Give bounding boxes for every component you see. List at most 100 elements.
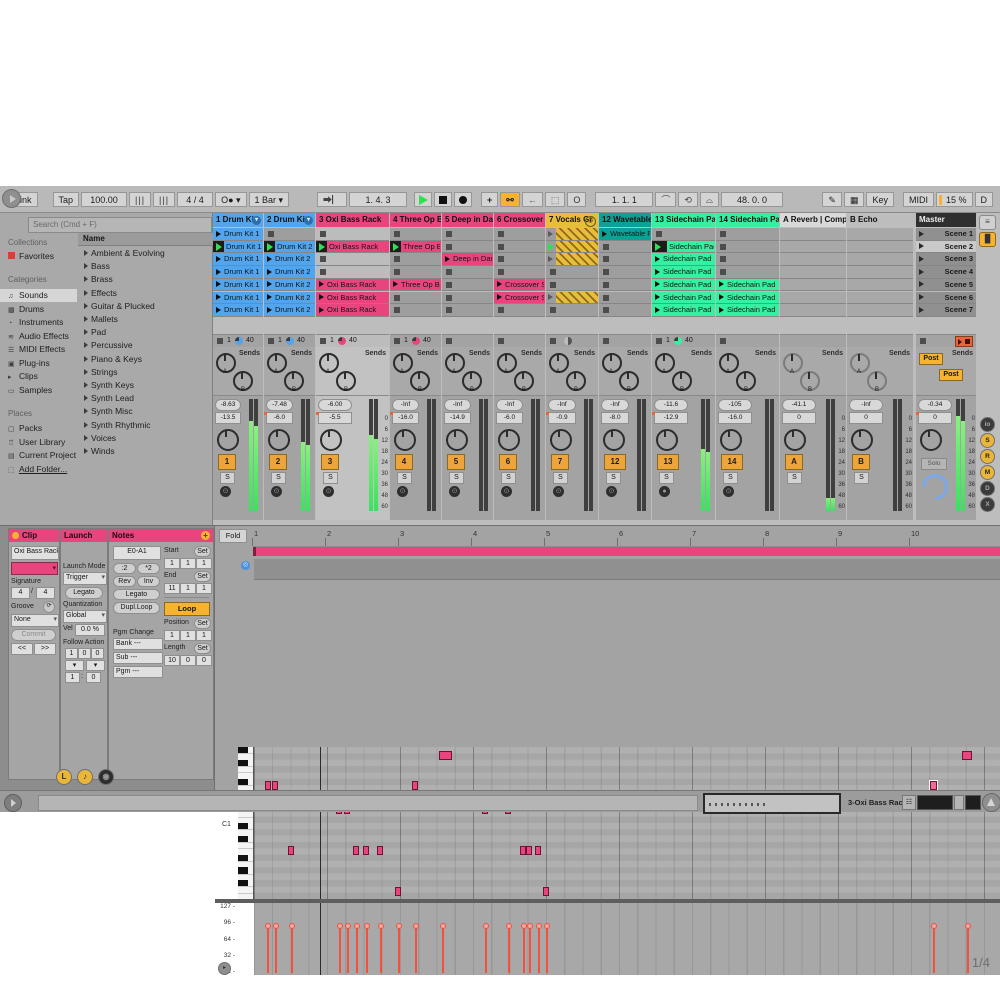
clip-slot[interactable]: Oxi Bass Rack — [316, 241, 389, 254]
clip-slot[interactable] — [780, 241, 846, 254]
clip-slot[interactable]: Three Op Ba — [390, 279, 441, 292]
velocity-stem[interactable] — [442, 927, 444, 973]
follow-chance-b[interactable]: 0 — [86, 672, 101, 683]
pan-knob[interactable] — [550, 429, 572, 451]
clip-slot[interactable]: Drum Kit 2 — [264, 292, 315, 305]
pan-knob[interactable] — [603, 429, 625, 451]
add-panel-icon[interactable]: + — [201, 531, 210, 540]
clip-slot[interactable] — [494, 253, 545, 266]
midi-note[interactable] — [535, 846, 541, 855]
stop-button[interactable] — [434, 192, 452, 207]
start-set-button[interactable]: Set — [194, 546, 211, 557]
midi-note[interactable] — [265, 781, 271, 790]
clip-slot[interactable]: Drum Kit 1 — [213, 304, 263, 317]
clip-slot[interactable] — [442, 266, 493, 279]
position-field[interactable]: 1 — [196, 630, 212, 641]
browser-toggle-button[interactable] — [2, 189, 21, 208]
track-activator[interactable]: 7 — [551, 454, 569, 470]
next-clip-button[interactable]: >> — [34, 643, 56, 655]
track-header[interactable]: 14 Sidechain Pad — [716, 213, 779, 227]
track-header[interactable]: 3 Oxi Bass Rack — [316, 213, 389, 227]
commit-button[interactable]: Commit — [11, 629, 56, 641]
envelopes-panel-toggle[interactable]: ◉ — [98, 769, 114, 785]
volume-field[interactable]: -13.5 — [215, 412, 241, 424]
clip-slot[interactable] — [780, 253, 846, 266]
track-activator[interactable]: 14 — [721, 454, 743, 470]
clip-slot[interactable] — [546, 292, 598, 305]
arrangement-position-field[interactable]: 1. 4. 3 — [349, 192, 407, 207]
launch-mode-select[interactable]: Trigger▾ — [63, 572, 107, 585]
clip-slot[interactable]: Sidechain Pad — [716, 279, 779, 292]
solo-button[interactable]: S — [271, 472, 286, 484]
metronome-button[interactable]: O● ▾ — [215, 192, 246, 207]
velocity-stem[interactable] — [366, 927, 368, 973]
velocity-stem[interactable] — [356, 927, 358, 973]
clip-slot[interactable] — [716, 253, 779, 266]
arm-session-record-button[interactable]: ⊙ — [449, 486, 460, 497]
arm-session-record-button[interactable]: ⊙ — [397, 486, 408, 497]
track-header[interactable]: 1 Drum Kit▾ — [213, 213, 263, 227]
end-field[interactable]: 11 — [164, 583, 180, 594]
scene-slot[interactable]: Scene 1 — [916, 228, 976, 241]
automation-arm-button[interactable]: ⚯ — [500, 192, 520, 207]
follow-action-b-select[interactable]: ▾ — [86, 660, 105, 671]
clip-slot[interactable] — [716, 228, 779, 241]
start-field[interactable]: 1 — [180, 558, 196, 569]
post-toggle[interactable]: Post — [939, 369, 963, 381]
track-activator[interactable]: A — [785, 454, 803, 470]
velocity-stem[interactable] — [380, 927, 382, 973]
clip-overview[interactable] — [703, 793, 841, 814]
clip-slot[interactable] — [847, 304, 913, 317]
velocity-stem[interactable] — [275, 927, 277, 973]
track-header[interactable]: Master — [916, 213, 976, 227]
clip-slot[interactable] — [442, 292, 493, 305]
clip-slot[interactable] — [847, 253, 913, 266]
pan-knob[interactable] — [446, 429, 468, 451]
velocity-stem[interactable] — [291, 927, 293, 973]
computer-midi-keyboard-button[interactable]: ▦ — [844, 192, 865, 207]
post-toggle[interactable]: Post — [919, 353, 943, 365]
volume-field[interactable]: -12.9 — [654, 412, 688, 424]
position-field[interactable]: 1 — [164, 630, 180, 641]
midi-note[interactable] — [272, 781, 278, 790]
cpu-meter[interactable]: 15 % — [936, 192, 973, 207]
status-play-button[interactable] — [4, 794, 22, 812]
clip-slot[interactable] — [716, 241, 779, 254]
clip-slot[interactable] — [780, 304, 846, 317]
clip-slot[interactable] — [494, 266, 545, 279]
track-activator[interactable]: 6 — [499, 454, 517, 470]
clip-slot[interactable]: Deep in Dark — [442, 253, 493, 266]
track-activator[interactable]: 2 — [269, 454, 287, 470]
quantize-menu[interactable]: 1 Bar ▾ — [249, 192, 290, 207]
velocity-stem[interactable] — [538, 927, 540, 973]
clip-slot[interactable]: Sidechain Pad — [652, 241, 715, 254]
track-stop-all-button[interactable] — [550, 338, 556, 344]
track-activator[interactable]: 12 — [604, 454, 626, 470]
track-header[interactable]: 12 Wavetable — [599, 213, 651, 227]
track-header[interactable]: 13 Sidechain Pad — [652, 213, 715, 227]
midi-note[interactable] — [439, 751, 452, 760]
clip-slot[interactable]: Sidechain Pad — [652, 253, 715, 266]
arm-session-record-button[interactable]: ⊙ — [501, 486, 512, 497]
launch-legato-toggle[interactable]: Legato — [65, 587, 103, 599]
track-activator[interactable]: B — [852, 454, 870, 470]
volume-field[interactable]: -6.0 — [496, 412, 523, 424]
time-signature-field[interactable]: 4 / 4 — [177, 192, 213, 207]
piano-keyboard[interactable] — [238, 747, 254, 899]
pan-knob[interactable] — [320, 429, 342, 451]
track-stop-all-button[interactable] — [394, 338, 400, 344]
scene-slot[interactable]: Scene 5 — [916, 279, 976, 292]
track-header[interactable]: B Echo — [847, 213, 913, 227]
follow-action-time-field[interactable]: 0 — [91, 648, 104, 659]
length-field[interactable]: 10 — [164, 655, 180, 666]
clip-slot[interactable]: Crossover Sy — [494, 279, 545, 292]
clip-slot[interactable] — [546, 228, 598, 241]
mixer-section-toggle-x[interactable]: X — [980, 497, 995, 512]
velocity-lane-button[interactable]: ▸ — [218, 962, 231, 975]
velocity-stem[interactable] — [485, 927, 487, 973]
play-button[interactable] — [414, 192, 432, 207]
pan-knob[interactable] — [720, 429, 742, 451]
halve-button[interactable]: :2 — [113, 563, 136, 574]
clip-slot[interactable] — [442, 279, 493, 292]
solo-button[interactable]: S — [659, 472, 674, 484]
